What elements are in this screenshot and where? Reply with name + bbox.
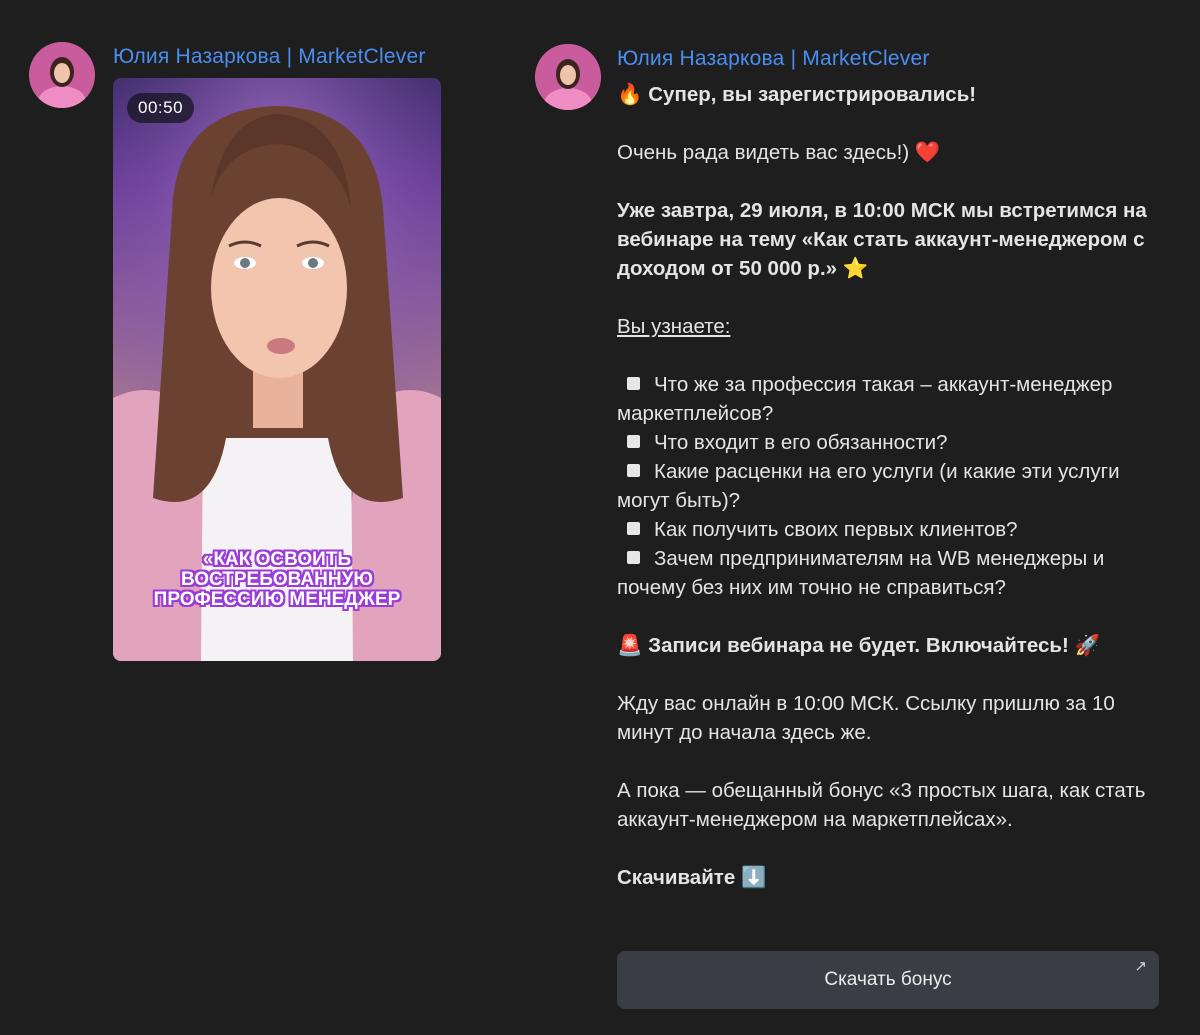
learn-heading: Вы узнаете: <box>617 315 731 338</box>
rocket-icon: 🚀 <box>1074 633 1101 657</box>
video-caption-line: ВОСТРЕБОВАННУЮ <box>180 569 373 590</box>
sender-avatar[interactable] <box>535 44 601 110</box>
video-duration: 00:50 <box>127 93 195 123</box>
video-caption: «КАК ОСВОИТЬ ВОСТРЕБОВАННУЮ ПРОФЕССИЮ МЕ… <box>113 550 441 610</box>
star-icon: ⭐ <box>842 256 869 280</box>
sender-avatar[interactable] <box>29 42 95 108</box>
bonus-note: А пока — обещанный бонус «3 простых шага… <box>617 779 1146 831</box>
list-item-text: Зачем предпринимателям на WB менеджеры и… <box>617 547 1105 599</box>
list-item: Какие расценки на его услуги (и какие эт… <box>617 457 1167 515</box>
download-bonus-label: Скачать бонус <box>824 969 952 990</box>
download-bonus-button[interactable]: Скачать бонус ↗ <box>617 951 1159 1009</box>
download-call-text: Скачивайте <box>617 866 736 889</box>
sender-name[interactable]: Юлия Назаркова | MarketClever <box>617 47 930 71</box>
announcement-text: Уже завтра, 29 июля, в 10:00 МСК мы встр… <box>617 199 1147 280</box>
video-caption-line: ПРОФЕССИЮ МЕНЕДЖЕР <box>153 589 401 610</box>
warning-text: Записи вебинара не будет. Включайтесь! <box>648 634 1069 657</box>
square-bullet-icon <box>627 464 640 477</box>
announcement: Уже завтра, 29 июля, в 10:00 МСК мы встр… <box>617 196 1167 283</box>
list-item: Как получить своих первых клиентов? <box>617 515 1167 544</box>
square-bullet-icon <box>627 551 640 564</box>
video-caption-line: «КАК ОСВОИТЬ <box>202 549 352 570</box>
message-text: 🔥 Супер, вы зарегистрировались! Очень ра… <box>617 80 1167 892</box>
download-call: Скачивайте ⬇️ <box>617 863 1167 892</box>
square-bullet-icon <box>627 435 640 448</box>
message-title: 🔥 Супер, вы зарегистрировались! <box>617 80 1167 109</box>
square-bullet-icon <box>627 377 640 390</box>
greeting-text: Очень рада видеть вас здесь!) <box>617 141 910 164</box>
list-item: Зачем предпринимателям на WB менеджеры и… <box>617 544 1167 602</box>
list-item-text: Какие расценки на его услуги (и какие эт… <box>617 460 1120 512</box>
list-item-text: Что же за профессия такая – аккаунт-мене… <box>617 373 1113 425</box>
list-item: Что входит в его обязанности? <box>617 428 1167 457</box>
down-arrow-icon: ⬇️ <box>740 865 767 889</box>
title-text: Супер, вы зарегистрировались! <box>648 83 977 106</box>
greeting: Очень рада видеть вас здесь!) ❤️ <box>617 138 1167 167</box>
video-message[interactable]: 00:50 «КАК ОСВОИТЬ ВОСТРЕБОВАННУЮ ПРОФЕС… <box>113 78 441 661</box>
fire-icon: 🔥 <box>617 82 643 106</box>
external-link-icon: ↗ <box>1134 958 1147 975</box>
list-item-text: Что входит в его обязанности? <box>654 431 948 454</box>
square-bullet-icon <box>627 522 640 535</box>
list-item: Что же за профессия такая – аккаунт-мене… <box>617 370 1167 428</box>
online-note: Жду вас онлайн в 10:00 МСК. Ссылку пришл… <box>617 692 1115 744</box>
heart-icon: ❤️ <box>914 140 941 164</box>
list-item-text: Как получить своих первых клиентов? <box>654 518 1018 541</box>
sender-name[interactable]: Юлия Назаркова | MarketClever <box>113 45 426 69</box>
warning: 🚨 Записи вебинара не будет. Включайтесь!… <box>617 631 1167 660</box>
siren-icon: 🚨 <box>617 633 643 657</box>
